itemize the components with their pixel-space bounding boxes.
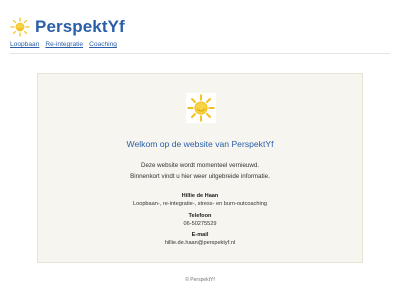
contact-name-block: Hillie de Haan Loopbaan-, re-integratie-… [38,193,362,208]
phone-label: Telefoon [188,213,212,219]
intro-line-2: Binnenkort vindt u hier weer uitgebreide… [130,173,270,180]
email-block: E-mail hillie.de.haan@perspektyf.nl [38,232,362,247]
intro-line-1: Deze website wordt momenteel vernieuwd. [141,162,259,169]
nav-link-re-integratie[interactable]: Re-integratie [45,41,83,48]
header-divider [10,53,390,54]
phone-number[interactable]: 06-50275529 [38,221,362,229]
site-header: PerspektYf [10,14,125,40]
email-label: E-mail [191,232,209,238]
nav-link-loopbaan[interactable]: Loopbaan [10,41,39,48]
sun-icon [186,93,216,123]
footer-copyright: © PerspektYf [185,277,215,283]
content-panel: Welkom op de website van PerspektYf Deze… [37,73,363,263]
nav-link-coaching[interactable]: Coaching [89,41,117,48]
welcome-heading: Welkom op de website van PerspektYf [126,139,274,149]
phone-block: Telefoon 06-50275529 [38,213,362,228]
contact-name: Hillie de Haan [181,193,219,199]
main-nav: Loopbaan Re-integratie Coaching [10,41,117,48]
email-address[interactable]: hillie.de.haan@perspektyf.nl [38,240,362,248]
intro-text: Deze website wordt momenteel vernieuwd. … [38,160,362,182]
contact-services: Loopbaan-, re-integratie-, stress- en bu… [132,200,267,207]
brand-name[interactable]: PerspektYf [35,17,125,37]
sun-logo-icon [10,17,30,37]
